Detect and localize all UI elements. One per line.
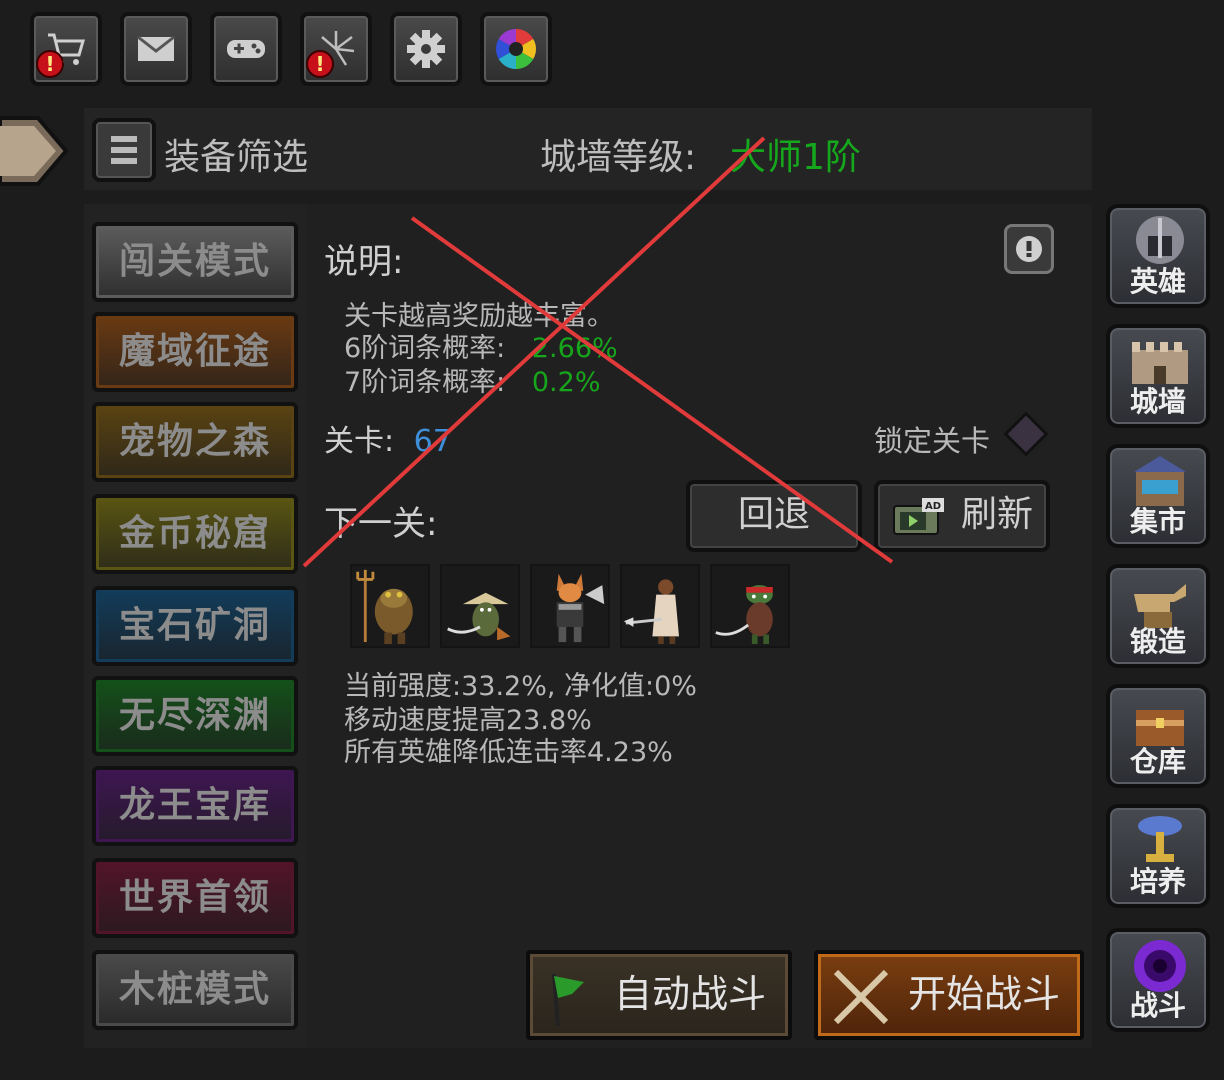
theme-button[interactable] xyxy=(480,12,552,86)
mode-label: 魔域征途 xyxy=(118,331,271,372)
start-battle-label: 开始战斗 xyxy=(908,972,1061,1016)
stage-row: 关卡: 67 xyxy=(324,416,452,460)
auto-battle-label: 自动战斗 xyxy=(614,972,767,1016)
back-button[interactable]: 回退 xyxy=(686,480,862,552)
mode-label: 世界首领 xyxy=(118,877,271,918)
alert-badge: ! xyxy=(306,50,334,78)
mode-button[interactable]: 魔域征途 xyxy=(92,312,298,392)
enemy-frog-bandana xyxy=(710,564,790,648)
nav-label: 战斗 xyxy=(1129,989,1186,1022)
color-wheel-icon xyxy=(496,29,536,69)
frog-red-bandana-enemy-icon xyxy=(715,585,773,644)
nav-anvil-button[interactable]: 锻造 xyxy=(1106,564,1210,668)
alert-badge: ! xyxy=(36,50,64,78)
shop-button[interactable]: ! xyxy=(30,12,102,86)
nav-label: 锻造 xyxy=(1129,625,1186,658)
settings-button[interactable] xyxy=(390,12,462,86)
ad-badge: AD xyxy=(925,501,941,512)
mode-button[interactable]: 无尽深渊 xyxy=(92,676,298,756)
gear-icon xyxy=(407,30,445,68)
mode-label: 金币秘窟 xyxy=(118,513,271,554)
filter-label: 装备筛选 xyxy=(164,137,309,178)
enemy-frog-trident xyxy=(350,564,430,648)
nav-wall-button[interactable]: 城墙 xyxy=(1106,324,1210,428)
nav-market-button[interactable]: 集市 xyxy=(1106,444,1210,548)
nav-label: 仓库 xyxy=(1129,745,1186,778)
mode-button[interactable]: 宝石矿洞 xyxy=(92,586,298,666)
video-ad-icon: AD xyxy=(893,498,944,535)
prob7-row: 7阶词条概率: 0.2% xyxy=(344,360,600,399)
enemy-weasel-spear xyxy=(620,564,700,648)
controller-button[interactable] xyxy=(210,12,282,86)
mode-label: 木桩模式 xyxy=(118,969,271,1010)
stats-combo-rate: 所有英雄降低连击率4.23% xyxy=(344,737,673,768)
nav-portal-button[interactable]: 战斗 xyxy=(1106,928,1210,1032)
prob7-label: 7阶词条概率: xyxy=(344,367,506,398)
mode-label: 龙王宝库 xyxy=(118,785,271,826)
lock-stage-label: 锁定关卡 xyxy=(874,424,991,458)
expand-arrow-icon[interactable] xyxy=(0,112,70,190)
wall-level-label: 城墙等级: xyxy=(540,137,697,178)
nav-label: 培养 xyxy=(1129,865,1186,898)
mode-button[interactable]: 宠物之森 xyxy=(92,402,298,482)
info-icon xyxy=(1016,236,1042,262)
refresh-button[interactable]: AD 刷新 xyxy=(874,480,1050,552)
enemy-frog-straw-hat xyxy=(440,564,520,648)
mode-label: 闯关模式 xyxy=(118,241,271,282)
description-title: 说明: xyxy=(324,242,404,282)
gamepad-icon xyxy=(227,40,265,58)
mode-button[interactable]: 世界首领 xyxy=(92,858,298,938)
info-button[interactable] xyxy=(1004,224,1054,274)
nav-label: 城墙 xyxy=(1129,385,1186,418)
mode-label: 宝石矿洞 xyxy=(118,605,271,646)
start-battle-button[interactable]: 开始战斗 xyxy=(814,950,1084,1040)
nav-chalice-button[interactable]: 培养 xyxy=(1106,804,1210,908)
nav-helmet-button[interactable]: 英雄 xyxy=(1106,204,1210,308)
enemy-fox-warrior xyxy=(530,564,610,648)
menu-icon xyxy=(111,136,137,142)
flag-icon xyxy=(552,973,584,1027)
refresh-label: 刷新 xyxy=(960,494,1033,535)
frog-straw-hat-enemy-icon xyxy=(447,592,511,641)
crossed-swords-icon xyxy=(833,969,889,1025)
mode-button[interactable]: 金币秘窟 xyxy=(92,494,298,574)
mode-button[interactable]: 闯关模式 xyxy=(92,222,298,302)
frog-trident-enemy-icon xyxy=(356,569,413,644)
mode-button[interactable]: 龙王宝库 xyxy=(92,766,298,846)
mail-button[interactable] xyxy=(120,12,192,86)
nav-chest-button[interactable]: 仓库 xyxy=(1106,684,1210,788)
stage-label: 关卡: xyxy=(324,424,395,459)
mode-button[interactable]: 木桩模式 xyxy=(92,950,298,1030)
wall-level-value: 大师1阶 xyxy=(730,137,861,178)
mode-label: 宠物之森 xyxy=(118,421,271,462)
filter-menu-button[interactable] xyxy=(92,118,156,182)
weasel-spear-enemy-icon xyxy=(623,579,679,644)
prob7-value: 0.2% xyxy=(531,367,601,398)
menu-icon-line xyxy=(111,158,137,164)
menu-icon-line xyxy=(111,147,137,153)
mode-label: 无尽深渊 xyxy=(118,695,271,736)
auto-battle-button[interactable]: 自动战斗 xyxy=(526,950,792,1040)
event-button[interactable]: ! xyxy=(300,12,372,86)
fox-warrior-enemy-icon xyxy=(556,573,605,643)
mail-icon xyxy=(137,35,175,61)
next-stage-label: 下一关: xyxy=(324,504,438,544)
stage-value: 67 xyxy=(413,424,452,459)
nav-label: 集市 xyxy=(1129,505,1186,538)
nav-label: 英雄 xyxy=(1129,265,1186,298)
